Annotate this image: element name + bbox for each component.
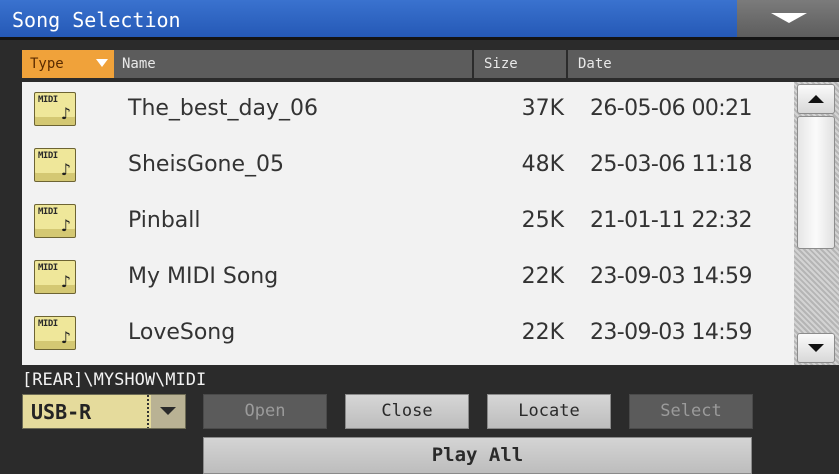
device-select[interactable]: USB-R: [22, 394, 186, 429]
select-button[interactable]: Select: [629, 394, 753, 429]
file-date: 25-03-06 11:18: [590, 152, 752, 177]
midi-icon-label: MIDI: [38, 151, 58, 161]
column-header-name-label: Name: [122, 56, 156, 72]
column-header-date[interactable]: Date: [570, 50, 810, 78]
midi-icon-label: MIDI: [38, 207, 58, 217]
file-row[interactable]: MIDI ♪ Pinball 25K 21-01-11 22:32: [22, 194, 794, 250]
music-note-icon: ♪: [60, 216, 71, 235]
file-size: 48K: [521, 152, 564, 177]
midi-file-icon: MIDI ♪: [34, 204, 76, 238]
file-size: 37K: [521, 96, 564, 121]
midi-file-icon: MIDI ♪: [34, 148, 76, 182]
file-date: 23-09-03 14:59: [590, 320, 752, 345]
midi-file-icon: MIDI ♪: [34, 316, 76, 350]
page-menu-button[interactable]: [737, 0, 839, 37]
file-date: 23-09-03 14:59: [590, 264, 752, 289]
column-header-size-label: Size: [484, 56, 518, 72]
close-button[interactable]: Close: [345, 394, 469, 429]
file-row[interactable]: MIDI ♪ The_best_day_06 37K 26-05-06 00:2…: [22, 82, 794, 138]
file-row[interactable]: MIDI ♪ LoveSong 22K 23-09-03 14:59: [22, 306, 794, 362]
arrow-down-icon: [808, 344, 824, 352]
file-size: 25K: [521, 208, 564, 233]
file-name: The_best_day_06: [128, 96, 318, 121]
file-date: 26-05-06 00:21: [590, 96, 752, 121]
window-title: Song Selection: [12, 8, 181, 32]
music-note-icon: ♪: [60, 160, 71, 179]
device-dropdown-button[interactable]: [151, 395, 185, 428]
file-date: 21-01-11 22:32: [590, 208, 752, 233]
music-note-icon: ♪: [60, 328, 71, 347]
play-all-button[interactable]: Play All: [203, 437, 752, 474]
file-name: SheisGone_05: [128, 152, 284, 177]
vertical-scrollbar[interactable]: [794, 82, 839, 365]
column-header-name[interactable]: Name: [114, 50, 474, 78]
column-header-type-label: Type: [30, 56, 64, 72]
file-name: Pinball: [128, 208, 201, 233]
device-select-divider: [147, 395, 149, 428]
file-size: 22K: [521, 320, 564, 345]
scroll-up-button[interactable]: [797, 84, 835, 114]
title-bar: Song Selection: [0, 0, 839, 40]
music-note-icon: ♪: [60, 104, 71, 123]
music-note-icon: ♪: [60, 272, 71, 291]
list-header: Type Name Size Date: [22, 50, 839, 78]
midi-file-icon: MIDI ♪: [34, 260, 76, 294]
midi-file-icon: MIDI ♪: [34, 92, 76, 126]
file-name: My MIDI Song: [128, 264, 279, 289]
file-row[interactable]: MIDI ♪ My MIDI Song 22K 23-09-03 14:59: [22, 250, 794, 306]
device-select-value: USB-R: [31, 400, 92, 424]
column-header-type[interactable]: Type: [22, 50, 114, 78]
scroll-down-button[interactable]: [797, 333, 835, 363]
column-header-date-label: Date: [578, 56, 612, 72]
file-row[interactable]: MIDI ♪ SheisGone_05 48K 25-03-06 11:18: [22, 138, 794, 194]
current-path: [REAR]\MYSHOW\MIDI: [22, 370, 207, 390]
chevron-down-icon: [160, 407, 176, 415]
file-list: MIDI ♪ The_best_day_06 37K 26-05-06 00:2…: [22, 82, 794, 365]
midi-icon-label: MIDI: [38, 319, 58, 329]
arrow-up-icon: [808, 95, 824, 103]
file-size: 22K: [521, 264, 564, 289]
locate-button[interactable]: Locate: [487, 394, 611, 429]
open-button[interactable]: Open: [203, 394, 327, 429]
menu-triangle-icon: [771, 13, 807, 23]
sort-descending-icon: [96, 59, 108, 67]
midi-icon-label: MIDI: [38, 95, 58, 105]
scrollbar-thumb[interactable]: [797, 116, 835, 249]
column-header-size[interactable]: Size: [476, 50, 568, 78]
midi-icon-label: MIDI: [38, 263, 58, 273]
file-name: LoveSong: [128, 320, 236, 345]
